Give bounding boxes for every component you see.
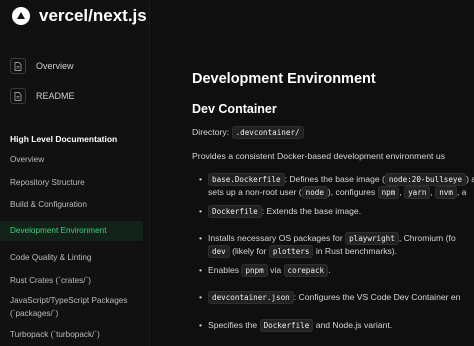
inline-code: corepack [283, 264, 329, 277]
inline-code: nvm [435, 186, 457, 199]
bullet-text: , a [456, 187, 467, 197]
sidebar-item-label: JavaScript/TypeScript Packages [10, 296, 128, 305]
inline-code: npm [377, 186, 400, 199]
inline-code: node:20-bullseye [384, 173, 467, 186]
inline-code: node [301, 186, 328, 199]
bullet-text: : Configures the VS Code Dev Container e… [293, 292, 461, 302]
bullet-dockerfile: Dockerfile: Extends the base image. [199, 205, 362, 218]
bullet-pnpm: Enables pnpm via corepack. [199, 264, 331, 277]
bullet-devcontainer-json: devcontainer.json: Configures the VS Cod… [199, 291, 461, 304]
document-icon [10, 58, 26, 74]
inline-code: devcontainer.json [208, 291, 294, 304]
bullet-text: Enables [208, 265, 242, 275]
repo-header[interactable]: vercel/next.js [12, 6, 147, 26]
sidebar-item-build-configuration[interactable]: Build & Configuration [0, 195, 143, 215]
repo-title: vercel/next.js [39, 6, 147, 25]
bullet-os-packages: Installs necessary OS packages for playw… [199, 232, 456, 245]
sidebar-item-label: Overview [36, 61, 74, 71]
sidebar-item-code-quality[interactable]: Code Quality & Linting [0, 248, 143, 268]
sidebar-item-label: (`packages/`) [10, 309, 59, 318]
bullet-text: ), configures [327, 187, 378, 197]
sidebar-item-js-ts-packages[interactable]: JavaScript/TypeScript Packages (`package… [0, 292, 143, 320]
section-title: High Level Documentation [10, 134, 118, 144]
bullet-base-dockerfile-line2: sets up a non-root user (node), configur… [208, 186, 467, 199]
intro-text: Provides a consistent Docker-based devel… [192, 151, 446, 161]
bullet-text: ) a [466, 174, 474, 184]
sidebar-item-turbopack[interactable]: Turbopack (`turbopack/`) [0, 325, 143, 345]
bullet-text: and Node.js variant. [313, 320, 393, 330]
bullet-text: in Rust benchmarks). [313, 246, 398, 256]
sidebar: vercel/next.js Overview README High Leve… [0, 0, 150, 346]
sidebar-item-rust-crates[interactable]: Rust Crates (`crates/`) [0, 271, 143, 291]
directory-line: Directory: .devcontainer/ [192, 126, 304, 139]
sidebar-item-repository-structure[interactable]: Repository Structure [0, 173, 143, 193]
repo-logo-icon [12, 7, 30, 25]
bullet-text: Installs necessary OS packages for [208, 233, 346, 243]
bullet-text: (likely for [229, 246, 269, 256]
bullet-text: : Extends the base image. [261, 206, 362, 216]
bullet-text: sets up a non-root user ( [208, 187, 302, 197]
sidebar-item-overview-top[interactable]: Overview [10, 58, 74, 74]
bullet-text: Specifies the [208, 320, 260, 330]
section-heading: Dev Container [192, 102, 277, 116]
sidebar-item-readme[interactable]: README [10, 88, 75, 104]
document-icon [10, 88, 26, 104]
bullet-base-dockerfile: base.Dockerfile: Defines the base image … [199, 173, 474, 186]
bullet-os-packages-line2: dev (likely for plotters in Rust benchma… [208, 245, 398, 258]
inline-code: yarn [404, 186, 431, 199]
inline-code: playwright [345, 232, 399, 245]
inline-code: base.Dockerfile [208, 173, 285, 186]
directory-code: .devcontainer/ [231, 126, 304, 139]
bullet-text: : Defines the base image ( [284, 174, 385, 184]
sidebar-item-overview[interactable]: Overview [0, 150, 143, 170]
inline-code: pnpm [241, 264, 268, 277]
main-content: Development Environment Dev Container Di… [192, 0, 474, 346]
bullet-text: . [328, 265, 331, 275]
inline-code: Dockerfile [259, 319, 314, 332]
directory-label: Directory: [192, 127, 230, 137]
inline-code: Dockerfile [208, 205, 262, 218]
page-title: Development Environment [192, 71, 376, 87]
inline-code: dev [208, 245, 230, 258]
bullet-text: , Chromium (fo [398, 233, 456, 243]
sidebar-item-development-environment[interactable]: Development Environment [0, 221, 143, 241]
bullet-text: via [267, 265, 284, 275]
bullet-specifies: Specifies the Dockerfile and Node.js var… [199, 319, 393, 332]
inline-code: plotters [268, 245, 314, 258]
sidebar-item-label: README [36, 91, 75, 101]
